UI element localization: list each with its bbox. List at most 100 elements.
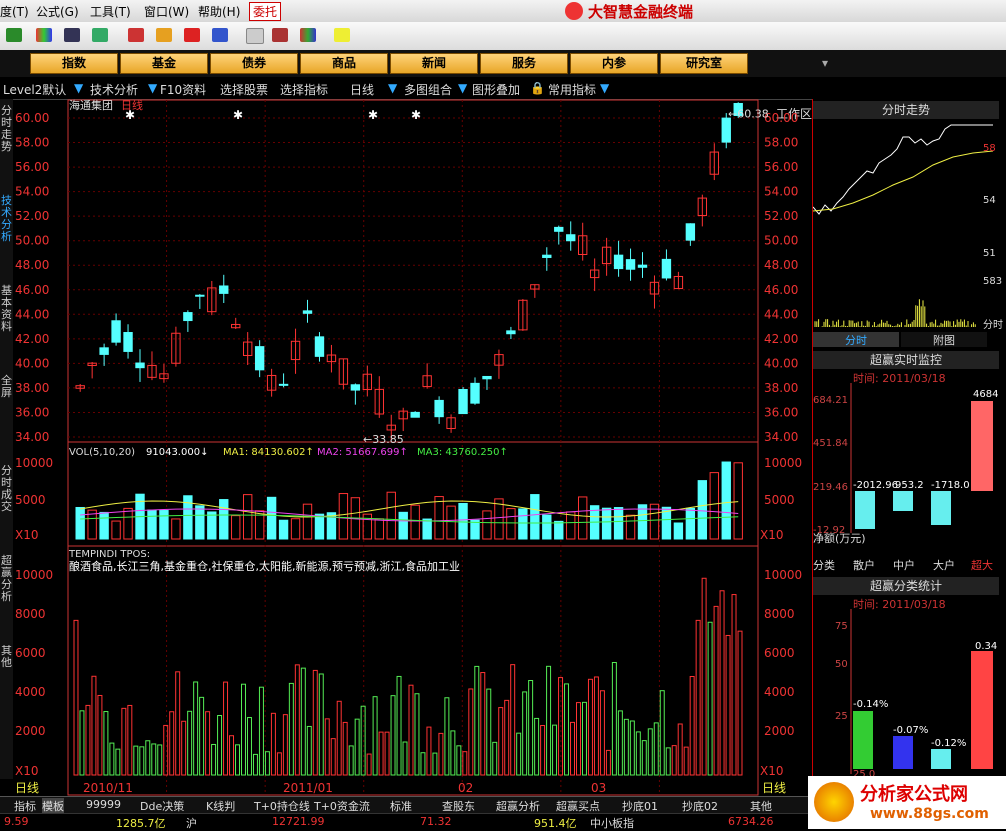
alert-icon[interactable] — [156, 28, 172, 42]
tpos-bar — [366, 753, 372, 776]
category-service[interactable]: 服务 — [480, 53, 568, 74]
bottom-tab[interactable]: 查股东 — [442, 798, 475, 814]
bottom-tab[interactable]: 超赢分析 — [496, 798, 540, 814]
dropdown-icon[interactable]: ▾ — [822, 56, 828, 70]
left-tab-fundamentals[interactable]: 基本资料 — [0, 285, 13, 333]
chart-icon[interactable] — [92, 28, 108, 42]
dropdown-icon[interactable]: ▼ — [74, 81, 83, 95]
f10-button[interactable]: F10资料 — [160, 81, 206, 98]
bottom-tab[interactable]: 其他 — [750, 798, 772, 814]
bottom-tab[interactable]: 标准 — [390, 798, 412, 814]
tpos-bar — [348, 745, 354, 776]
menu-item[interactable]: 工具(T) — [90, 3, 131, 20]
tpos-tick: 4000 — [15, 685, 46, 699]
bottom-tab[interactable]: 抄底02 — [682, 798, 718, 814]
tpos-bar — [402, 741, 408, 776]
multi-chart-select[interactable]: 多图组合 — [404, 81, 452, 98]
menu-item[interactable]: 公式(G) — [36, 3, 79, 20]
price-tick: 40.00 — [764, 356, 798, 370]
dropdown-icon[interactable]: ▼ — [458, 81, 467, 95]
left-tab-fullscreen[interactable]: 全屏 — [0, 375, 13, 399]
category-index[interactable]: 指数 — [30, 53, 118, 74]
bottom-tab[interactable]: 指标 — [14, 798, 36, 814]
tpos-bar — [330, 738, 336, 776]
tpos-bar — [647, 728, 653, 776]
bottom-tab[interactable]: 抄底01 — [622, 798, 658, 814]
dropdown-icon[interactable]: ▼ — [388, 81, 397, 95]
tpos-bar — [420, 752, 426, 776]
category-commodity[interactable]: 商品 — [300, 53, 388, 74]
tpos-bar — [408, 684, 414, 776]
books-icon[interactable] — [300, 28, 316, 42]
volume-bar — [542, 514, 552, 540]
binoculars-icon[interactable] — [64, 28, 80, 42]
bottom-tab[interactable]: K线判 — [206, 798, 235, 814]
bottom-tab[interactable]: Dde决策 — [140, 798, 184, 814]
window-icon[interactable] — [272, 28, 288, 42]
volume-bar — [207, 511, 217, 540]
tab-fujian[interactable]: 附图 — [901, 332, 987, 347]
tpos-bar — [264, 751, 270, 776]
tpos-bar — [689, 676, 695, 776]
left-tab-other[interactable]: 其他 — [0, 645, 13, 669]
vol-ma1: MA1: 84130.602↑ — [223, 447, 314, 458]
category-bond[interactable]: 债券 — [210, 53, 298, 74]
volume-bar — [374, 518, 384, 540]
intraday-mini-chart[interactable]: 58 54 51 583 分时 — [813, 119, 1006, 334]
bottom-tab[interactable]: 99999 — [86, 798, 121, 811]
left-tab-intraday[interactable]: 分时走势 — [0, 105, 13, 153]
connect-icon[interactable] — [6, 28, 22, 42]
period-select[interactable]: 日线 — [350, 81, 374, 98]
dropdown-icon[interactable]: ▼ — [600, 81, 609, 95]
bottom-tab[interactable]: 超赢买点 — [556, 798, 600, 814]
candle-body — [314, 336, 325, 357]
category-fund[interactable]: 基金 — [120, 53, 208, 74]
left-tab-chaoying[interactable]: 超赢分析 — [0, 555, 13, 603]
kline-chart[interactable]: 60.00 60.00 58.00 58.00 56.00 56.00 54.00 54.00… — [13, 99, 812, 796]
help-cursor-icon[interactable] — [334, 28, 350, 42]
dropdown-icon[interactable]: ▼ — [148, 81, 157, 95]
tpos-bar — [109, 742, 115, 776]
menu-item[interactable]: 帮助(H) — [198, 3, 240, 20]
bottom-tab[interactable]: 模板 — [42, 798, 64, 814]
tpos-header: TEMPINDI TPOS: — [68, 549, 150, 560]
category-news[interactable]: 新闻 — [390, 53, 478, 74]
volume-bar — [410, 504, 420, 540]
print-icon[interactable] — [246, 28, 264, 44]
bottom-tab[interactable]: T+0持仓线 — [254, 798, 310, 814]
category-insider[interactable]: 内参 — [570, 53, 658, 74]
layout-select[interactable]: Level2默认 — [3, 81, 66, 98]
volume-bar — [554, 520, 564, 540]
tech-analysis-select[interactable]: 技术分析 — [90, 81, 138, 98]
weituo-button[interactable]: 委托 — [249, 2, 282, 21]
tab-fenshi[interactable]: 分时 — [813, 332, 899, 347]
overlay-button[interactable]: 图形叠加 — [472, 81, 520, 98]
play-icon[interactable] — [212, 28, 228, 42]
common-indicator-select[interactable]: 常用指标 — [548, 81, 596, 98]
tpos-bar — [671, 745, 677, 776]
menu-item[interactable]: 度(T) — [0, 3, 29, 20]
price-tick: 60.00 — [15, 111, 49, 125]
fenshi-tick: 51 — [983, 248, 996, 259]
tpos-bar — [617, 710, 623, 776]
rewind-icon[interactable] — [184, 28, 200, 42]
volume-bar — [422, 518, 432, 540]
price-tick: 58.00 — [15, 136, 49, 150]
hammer-icon[interactable] — [128, 28, 144, 42]
category-research[interactable]: 研究室 — [660, 53, 748, 74]
price-tick: 48.00 — [15, 258, 49, 272]
select-stock-button[interactable]: 选择股票 — [220, 81, 268, 98]
select-indicator-button[interactable]: 选择指标 — [280, 81, 328, 98]
price-tick: 46.00 — [764, 283, 798, 297]
lock-icon[interactable]: 🔒 — [530, 81, 545, 95]
vol-header: VOL(5,10,20) — [69, 447, 135, 458]
left-tab-ticks[interactable]: 分时成交 — [0, 465, 13, 513]
volume-bar — [195, 505, 205, 540]
tpos-bar — [258, 686, 264, 776]
menu-item[interactable]: 窗口(W) — [144, 3, 189, 20]
candle-body — [278, 383, 289, 386]
bottom-tab[interactable]: T+0资金流 — [314, 798, 370, 814]
left-tab-technical[interactable]: 技术分析 — [0, 195, 13, 243]
tpos-bar — [737, 630, 743, 776]
bars-icon[interactable] — [36, 28, 52, 42]
